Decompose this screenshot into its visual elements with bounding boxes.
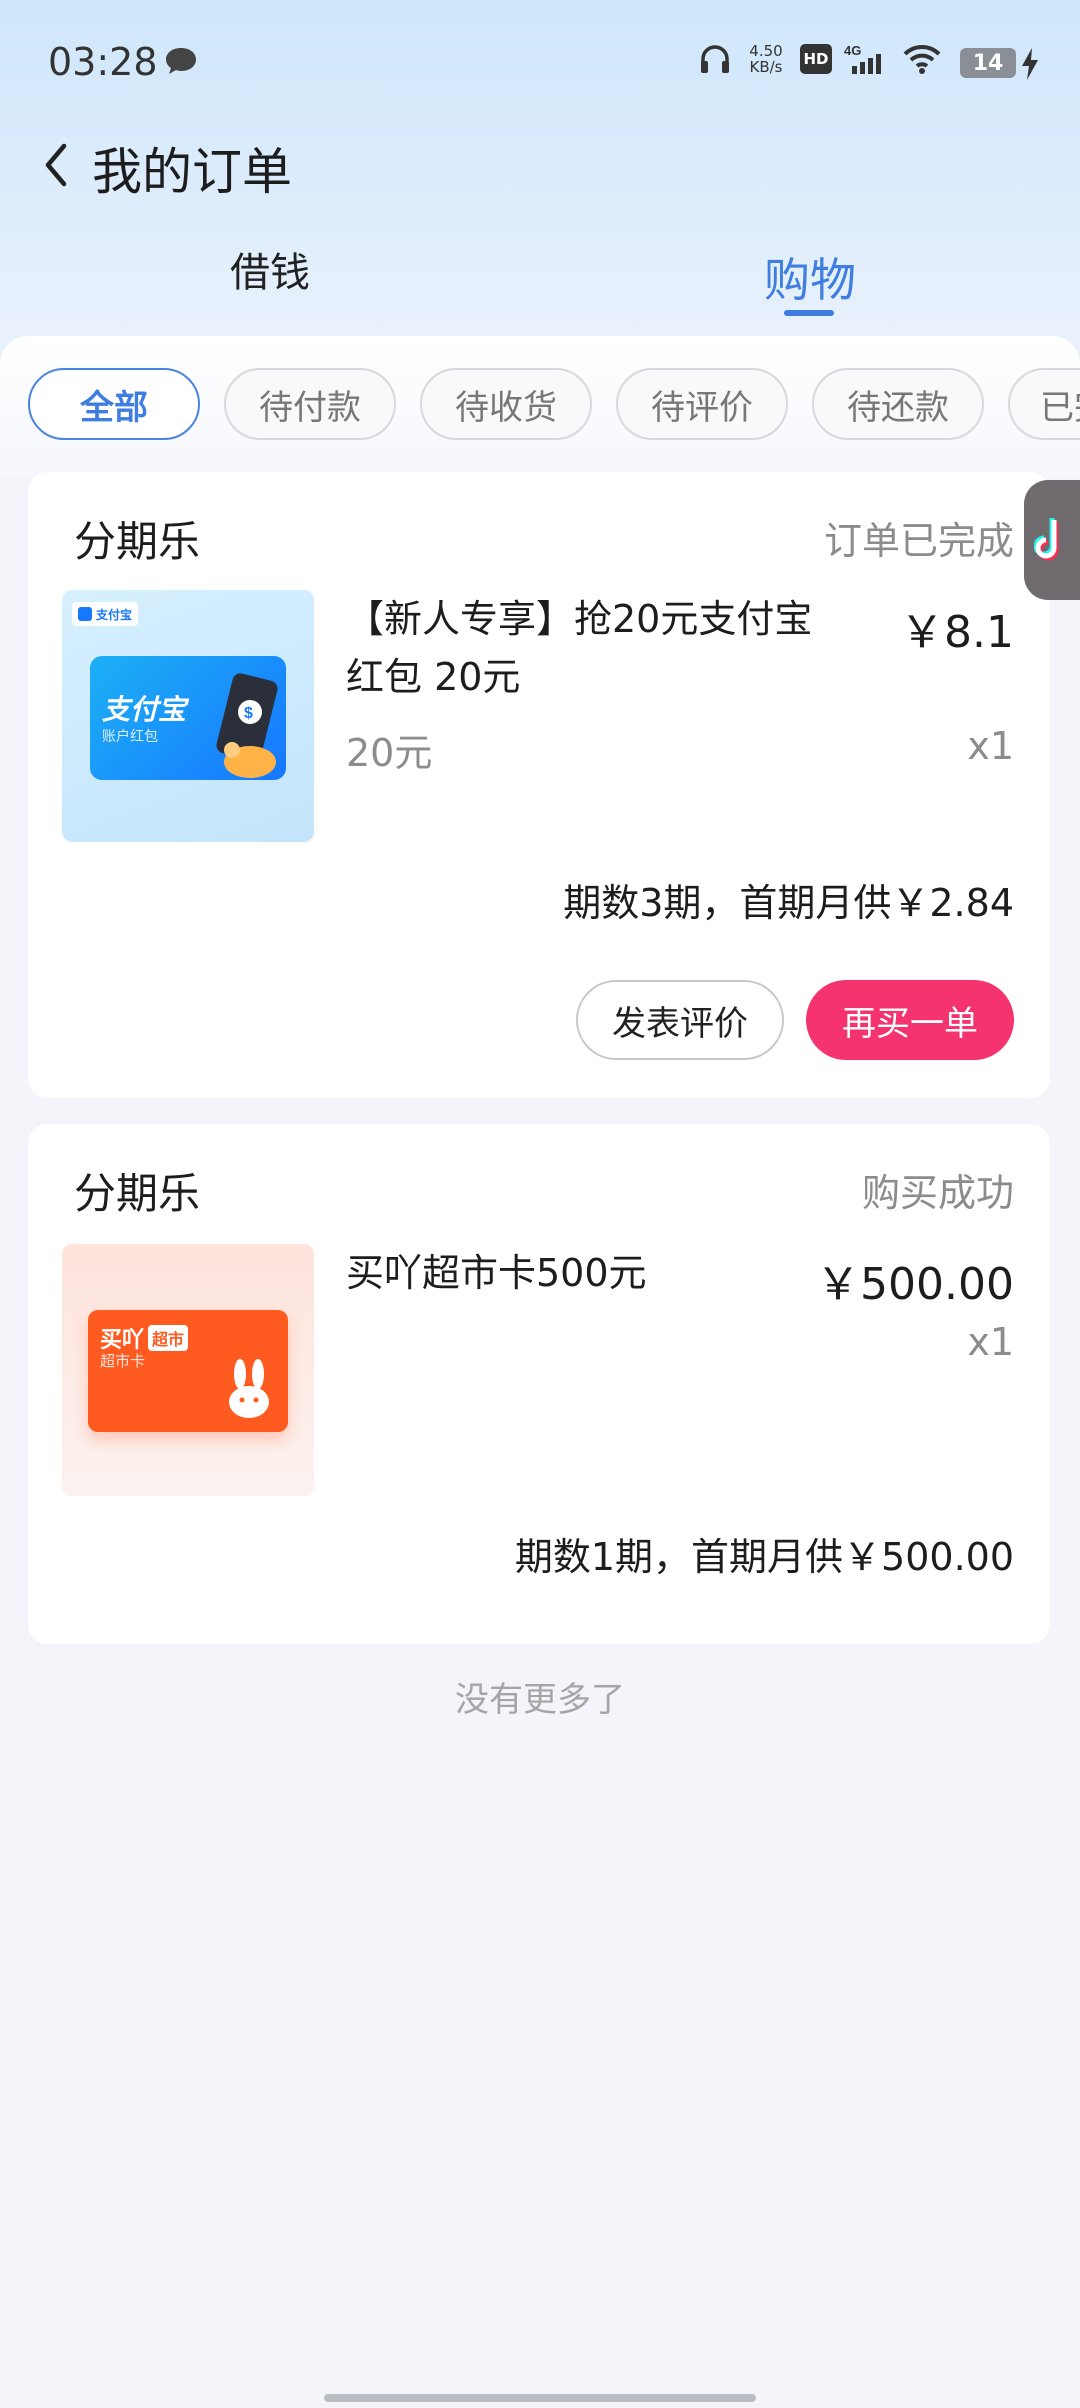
shop-name: 分期乐	[74, 1169, 201, 1218]
filter-pending-receipt[interactable]: 待收货	[420, 368, 592, 440]
charging-icon	[1022, 48, 1038, 80]
shop-name: 分期乐	[74, 517, 201, 566]
back-arrow-icon[interactable]	[38, 140, 74, 190]
message-icon	[166, 48, 196, 74]
product-price: ￥8.1	[900, 607, 1014, 658]
product-thumbnail[interactable]: 支付宝 支付宝 账户红包 $	[62, 590, 314, 842]
tiktok-icon	[1034, 518, 1059, 561]
store-card: 买吖 超市 超市卡	[88, 1310, 288, 1432]
status-bar: 03:28 4.50 KB/s HD 4G 14	[0, 0, 1080, 130]
no-more-text: 没有更多了	[455, 1680, 625, 1720]
installment-info: 期数3期，首期月供￥2.84	[563, 881, 1014, 925]
cellular-signal-icon: 4G	[844, 43, 881, 74]
svg-text:$: $	[244, 705, 253, 722]
alipay-logo-icon	[78, 607, 92, 621]
installment-info: 期数1期，首期月供￥500.00	[514, 1535, 1014, 1579]
filter-completed[interactable]: 已完成	[1008, 368, 1080, 440]
product-title[interactable]: 【新人专享】抢20元支付宝红包 20元	[346, 590, 816, 706]
product-title[interactable]: 买吖超市卡500元	[346, 1244, 816, 1302]
order-status: 购买成功	[861, 1171, 1014, 1215]
review-button[interactable]: 发表评价	[576, 980, 784, 1060]
order-card[interactable]: 分期乐 购买成功 买吖 超市 超市卡 买吖超市卡500元 ￥500.00 x1 …	[28, 1124, 1050, 1644]
rebuy-button[interactable]: 再买一单	[806, 980, 1014, 1060]
order-card[interactable]: 分期乐 订单已完成 支付宝 支付宝 账户红包 $ 【新人专享】抢20元支付宝红包…	[28, 472, 1050, 1098]
headphones-icon	[701, 45, 729, 73]
filter-pending-review[interactable]: 待评价	[616, 368, 788, 440]
hd-icon: HD	[800, 44, 832, 74]
filter-pending-repayment[interactable]: 待还款	[812, 368, 984, 440]
product-price: ￥500.00	[816, 1259, 1014, 1310]
rabbit-logo-icon	[229, 1359, 269, 1418]
page-title: 我的订单	[92, 143, 292, 201]
network-speed: 4.50 KB/s	[749, 42, 783, 76]
status-icons: 4.50 KB/s HD 4G	[698, 42, 942, 76]
filter-bar: 全部 待付款 待收货 待评价 待还款 已完成	[0, 336, 1080, 476]
floating-widget[interactable]	[1024, 480, 1080, 600]
active-tab-indicator	[784, 310, 834, 316]
status-time: 03:28	[48, 40, 158, 84]
battery-icon: 14	[960, 48, 1016, 78]
product-thumbnail[interactable]: 买吖 超市 超市卡	[62, 1244, 314, 1496]
product-quantity: x1	[967, 724, 1014, 768]
home-indicator[interactable]	[324, 2394, 756, 2402]
tab-shopping[interactable]: 购物	[764, 244, 856, 310]
svg-text:4G: 4G	[844, 43, 861, 58]
alipay-tag: 支付宝	[72, 602, 139, 626]
order-status: 订单已完成	[823, 519, 1014, 563]
product-quantity: x1	[967, 1320, 1014, 1364]
tab-borrow[interactable]: 借钱	[230, 240, 310, 298]
filter-all[interactable]: 全部	[28, 368, 200, 440]
wifi-icon	[903, 44, 941, 74]
filter-pending-payment[interactable]: 待付款	[224, 368, 396, 440]
product-spec: 20元	[346, 731, 433, 775]
phone-hand-icon: $	[216, 673, 278, 778]
